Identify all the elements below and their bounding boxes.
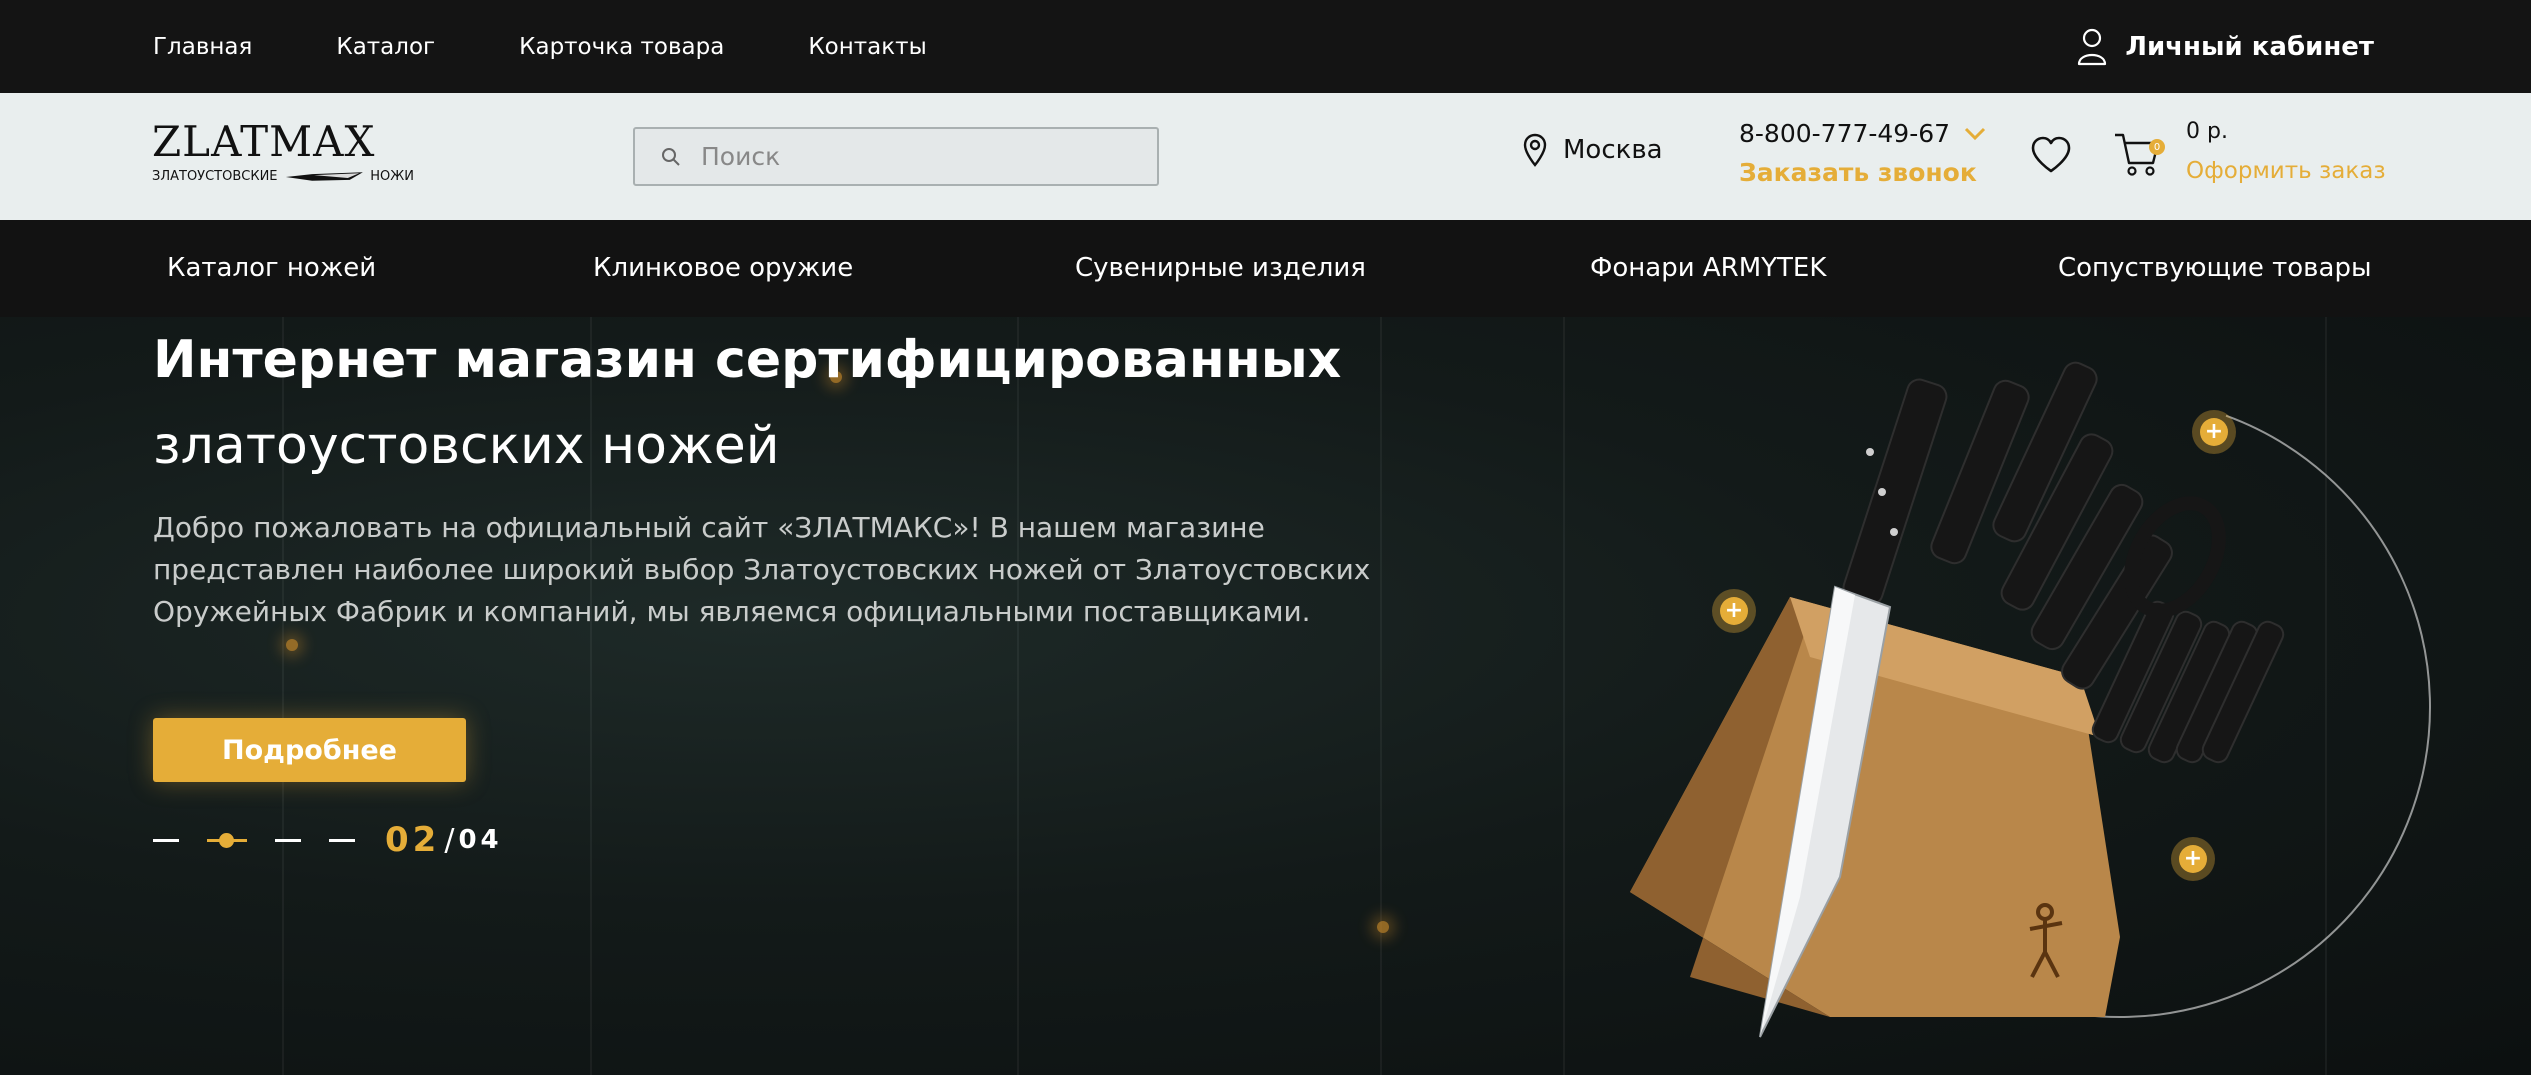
cart-button[interactable]: 0 — [2113, 129, 2165, 183]
category-accessories[interactable]: Сопуствующие товары — [2058, 220, 2371, 317]
slider-pagination: 02 / 04 — [153, 820, 503, 860]
slide-indicator-1[interactable] — [153, 838, 179, 842]
slide-separator: / — [444, 822, 455, 858]
account-label: Личный кабинет — [2125, 31, 2374, 62]
more-button[interactable]: Подробнее — [153, 718, 466, 782]
plus-icon: + — [2200, 418, 2228, 446]
logo-subtitle-right: НОЖИ — [370, 169, 414, 184]
city-name: Москва — [1563, 135, 1663, 165]
phone-number: 8-800-777-49-67 — [1739, 119, 1951, 148]
hero-slider: Интернет магазин сертифицированных злато… — [0, 317, 2531, 1075]
search-icon — [662, 147, 680, 166]
top-nav-catalog[interactable]: Каталог — [336, 34, 435, 60]
hero-subtitle: златоустовских ножей — [153, 416, 780, 476]
background-line — [1563, 317, 1565, 1075]
cart-info: 0 р. Оформить заказ — [2186, 119, 2386, 184]
top-nav-home[interactable]: Главная — [153, 34, 252, 60]
city-selector[interactable]: Москва — [1523, 133, 1663, 167]
site-header: ZLATMAX ЗЛАТОУСТОВСКИЕ НОЖИ Москва 8-800… — [0, 93, 2531, 220]
top-nav-product-card[interactable]: Карточка товара — [519, 34, 724, 60]
user-icon — [2078, 28, 2107, 65]
category-nav: Каталог ножей Клинковое оружие Сувенирны… — [0, 220, 2531, 317]
search-box[interactable] — [633, 127, 1159, 186]
checkout-link[interactable]: Оформить заказ — [2186, 158, 2386, 184]
phone-block: 8-800-777-49-67 Заказать звонок — [1739, 119, 1986, 187]
category-souvenirs[interactable]: Сувенирные изделия — [1075, 220, 1366, 317]
heart-icon — [2031, 136, 2071, 173]
top-nav: Главная Каталог Карточка товара Контакты — [153, 0, 927, 93]
product-hotspot-3[interactable]: + — [2171, 837, 2215, 881]
category-armytek-flashlights[interactable]: Фонари ARMYTEK — [1590, 220, 1826, 317]
favorites-button[interactable] — [2030, 135, 2072, 179]
product-hotspot-1[interactable]: + — [2192, 410, 2236, 454]
slide-current: 02 — [385, 820, 441, 860]
bokeh-light — [1377, 921, 1389, 933]
hero-description: Добро пожаловать на официальный сайт «ЗЛ… — [153, 511, 1371, 628]
plus-icon: + — [2179, 845, 2207, 873]
logo-wordmark: ZLATMAX — [152, 117, 376, 166]
search-input[interactable] — [701, 142, 1121, 171]
plus-icon: + — [1720, 597, 1748, 625]
slide-indicator-2[interactable] — [207, 832, 247, 848]
background-line — [1380, 317, 1382, 1075]
cart-sum: 0 р. — [2186, 119, 2228, 144]
phone-number-row[interactable]: 8-800-777-49-67 — [1739, 119, 1986, 148]
product-hotspot-2[interactable]: + — [1712, 589, 1756, 633]
background-line — [1017, 317, 1019, 1075]
logo[interactable]: ZLATMAX ЗЛАТОУСТОВСКИЕ НОЖИ — [152, 121, 414, 193]
slide-total: 04 — [458, 825, 503, 855]
location-pin-icon — [1523, 133, 1547, 167]
category-bladed-weapons[interactable]: Клинковое оружие — [593, 220, 853, 317]
logo-subtitle: ЗЛАТОУСТОВСКИЕ НОЖИ — [152, 169, 414, 184]
callback-link[interactable]: Заказать звонок — [1739, 158, 1986, 187]
top-bar: Главная Каталог Карточка товара Контакты… — [0, 0, 2531, 93]
hero-title: Интернет магазин сертифицированных — [153, 330, 1342, 390]
knife-block-image — [1630, 361, 2431, 1038]
slide-indicator-3[interactable] — [275, 838, 301, 842]
category-knives[interactable]: Каталог ножей — [167, 220, 376, 317]
top-nav-contacts[interactable]: Контакты — [808, 34, 926, 60]
bokeh-light — [286, 639, 298, 651]
cart-count-badge: 0 — [2149, 139, 2165, 155]
knife-blade-icon — [285, 171, 363, 181]
logo-subtitle-left: ЗЛАТОУСТОВСКИЕ — [152, 169, 278, 184]
chevron-down-icon[interactable] — [1964, 127, 1986, 141]
account-link[interactable]: Личный кабинет — [2077, 0, 2374, 93]
slide-indicator-4[interactable] — [329, 838, 355, 842]
